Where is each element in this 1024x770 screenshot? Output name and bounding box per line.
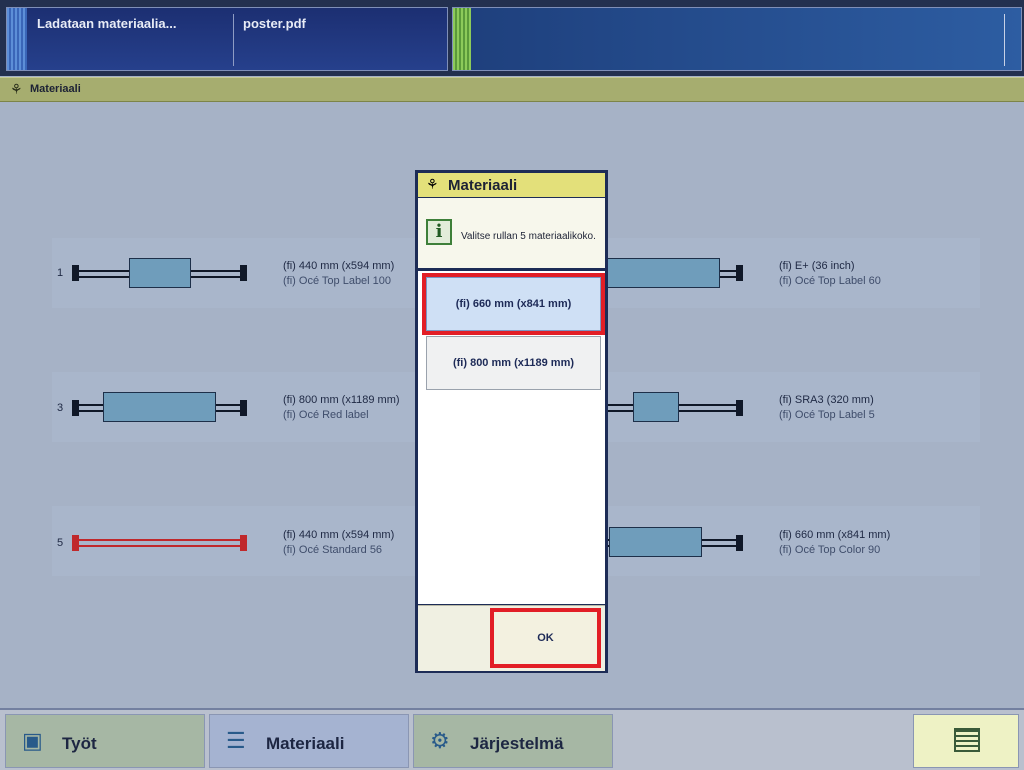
dialog-message: Valitse rullan 5 materiaalikoko. bbox=[461, 231, 596, 242]
roll-core-right bbox=[736, 265, 743, 281]
tab-material[interactable]: ☰ Materiaali bbox=[209, 714, 409, 768]
menu-button[interactable] bbox=[913, 714, 1019, 768]
info-icon: i bbox=[426, 219, 452, 245]
roll-core-left bbox=[72, 265, 79, 281]
roll-number: 1 bbox=[57, 267, 64, 279]
roll-paper bbox=[129, 258, 191, 288]
material-roll-icon: ⚘ bbox=[426, 176, 439, 192]
tab-system-label: Järjestelmä bbox=[470, 734, 564, 753]
roll-number: 5 bbox=[57, 537, 64, 549]
job-status-text: Ladataan materiaalia... bbox=[37, 16, 177, 31]
roll-number: 3 bbox=[57, 402, 64, 414]
job-progress-stripe bbox=[7, 8, 27, 70]
printer-status-stripe bbox=[453, 8, 471, 70]
material-roll-icon: ⚘ bbox=[10, 81, 23, 97]
roll-axle-empty bbox=[79, 545, 240, 547]
roll-core-left bbox=[72, 535, 79, 551]
roll-size: (fi) E+ (36 inch) bbox=[779, 260, 855, 272]
roll-size: (fi) 440 mm (x594 mm) bbox=[283, 529, 395, 541]
material-tray-icon: ☰ bbox=[226, 728, 246, 753]
material-size-dialog: ⚘ Materiaali i Valitse rullan 5 materiaa… bbox=[415, 170, 608, 673]
printer-status-panel[interactable] bbox=[452, 7, 1022, 71]
roll-media-name: (fi) Océ Top Label 100 bbox=[283, 275, 392, 287]
section-title-bar: ⚘ Materiaali bbox=[0, 77, 1024, 102]
roll-core-right bbox=[240, 400, 247, 416]
roll-paper bbox=[609, 527, 702, 557]
dialog-footer: OK bbox=[418, 605, 605, 671]
roll-size: (fi) 660 mm (x841 mm) bbox=[779, 529, 891, 541]
jobs-icon: ▣ bbox=[22, 728, 43, 753]
roll-size: (fi) 440 mm (x594 mm) bbox=[283, 260, 395, 272]
roll-media-name: (fi) Océ Top Label 60 bbox=[779, 275, 881, 287]
job-status-panel[interactable]: Ladataan materiaalia... poster.pdf bbox=[6, 7, 448, 71]
roll-core-right bbox=[736, 400, 743, 416]
roll-media-name: (fi) Océ Red label bbox=[283, 409, 369, 421]
roll-core-left bbox=[72, 400, 79, 416]
ok-button[interactable]: OK bbox=[490, 608, 601, 668]
roll-axle-empty bbox=[79, 539, 240, 541]
roll-size: (fi) SRA3 (320 mm) bbox=[779, 394, 874, 406]
roll-paper bbox=[103, 392, 216, 422]
printer-status-divider bbox=[1004, 14, 1005, 66]
size-option-800[interactable]: (fi) 800 mm (x1189 mm) bbox=[426, 336, 601, 390]
roll-size: (fi) 800 mm (x1189 mm) bbox=[283, 394, 400, 406]
roll-media-name: (fi) Océ Top Label 5 bbox=[779, 409, 875, 421]
list-menu-icon bbox=[954, 728, 980, 752]
tab-material-label: Materiaali bbox=[266, 734, 345, 753]
tab-system[interactable]: ⚙ Järjestelmä bbox=[413, 714, 613, 768]
roll-paper bbox=[606, 258, 720, 288]
size-option-list: (fi) 660 mm (x841 mm) (fi) 800 mm (x1189… bbox=[418, 271, 605, 604]
status-bar: Ladataan materiaalia... poster.pdf bbox=[0, 0, 1024, 76]
roll-media-name: (fi) Océ Top Color 90 bbox=[779, 544, 881, 556]
roll-paper bbox=[633, 392, 679, 422]
roll-core-right bbox=[240, 265, 247, 281]
status-divider bbox=[233, 14, 234, 66]
page-title: Materiaali bbox=[30, 83, 81, 95]
dialog-header: ⚘ Materiaali bbox=[418, 173, 605, 197]
gears-icon: ⚙ bbox=[430, 728, 450, 753]
tab-jobs[interactable]: ▣ Työt bbox=[5, 714, 205, 768]
dialog-title: Materiaali bbox=[448, 177, 518, 194]
tab-jobs-label: Työt bbox=[62, 734, 97, 753]
roll-media-name: (fi) Océ Standard 56 bbox=[283, 544, 383, 556]
dialog-message-area: i Valitse rullan 5 materiaalikoko. bbox=[418, 198, 605, 268]
size-option-660[interactable]: (fi) 660 mm (x841 mm) bbox=[422, 273, 605, 335]
file-name: poster.pdf bbox=[243, 16, 306, 31]
bottom-navigation: ▣ Työt ☰ Materiaali ⚙ Järjestelmä bbox=[0, 708, 1024, 770]
roll-core-right bbox=[736, 535, 743, 551]
roll-core-right bbox=[240, 535, 247, 551]
